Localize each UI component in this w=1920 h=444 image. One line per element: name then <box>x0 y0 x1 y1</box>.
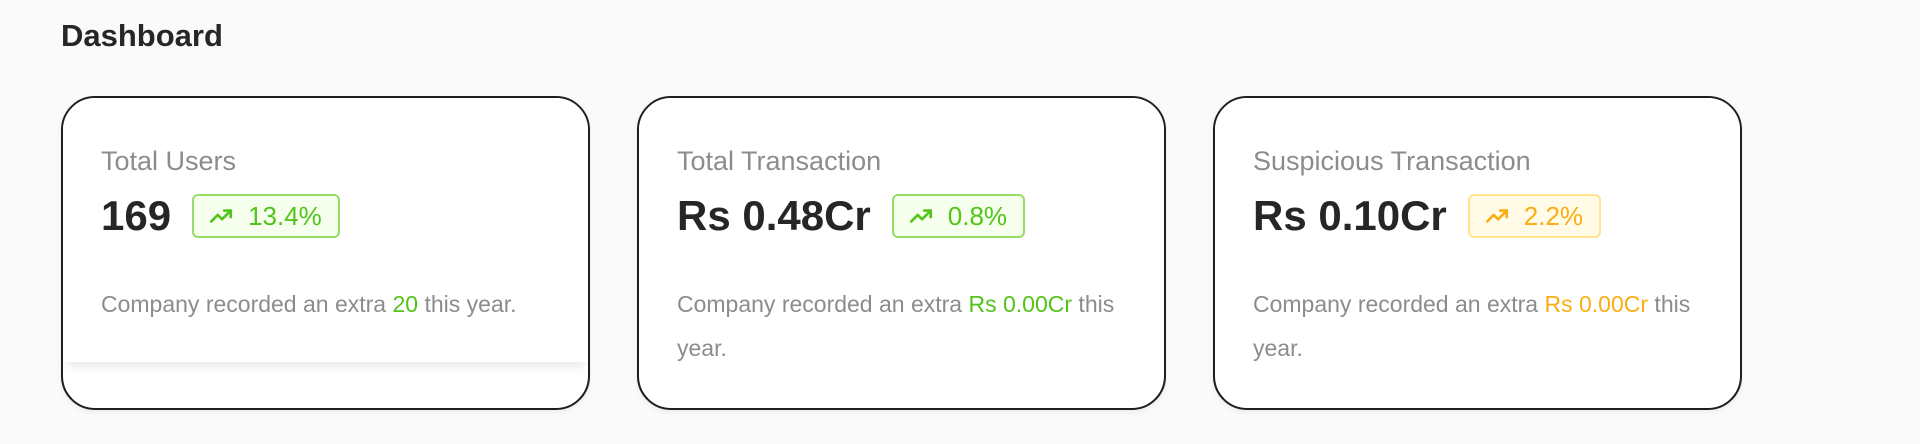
stat-card-description: Company recorded an extra Rs 0.00Cr this… <box>677 282 1137 370</box>
stat-card-label: Suspicious Transaction <box>1253 146 1531 176</box>
page-title: Dashboard <box>61 18 223 53</box>
stat-value-row: 169 13.4% <box>101 193 340 239</box>
stat-card-body: Suspicious Transaction Rs 0.10Cr 2.2% Co… <box>1215 98 1740 362</box>
stat-card-value: Rs 0.10Cr <box>1253 192 1447 239</box>
stat-value-row: Rs 0.10Cr 2.2% <box>1253 192 1602 239</box>
trend-badge: 0.8% <box>891 194 1026 238</box>
description-text: Company recorded an extra <box>1253 291 1545 317</box>
stat-card-value: Rs 0.48Cr <box>677 192 871 239</box>
trending-up-icon <box>1484 203 1510 229</box>
stat-value-row: Rs 0.48Cr 0.8% <box>677 192 1026 239</box>
trend-badge-value: 0.8% <box>947 200 1008 231</box>
stat-card-total-transaction[interactable]: Total Transaction Rs 0.48Cr 0.8% Company… <box>637 96 1166 410</box>
stat-card-value: 169 <box>101 192 172 239</box>
description-text: Company recorded an extra <box>101 291 393 317</box>
trend-badge-value: 2.2% <box>1523 200 1584 231</box>
stat-card-description: Company recorded an extra 20 this year. <box>101 282 561 326</box>
stat-card-label: Total Transaction <box>677 146 882 176</box>
description-highlight: 20 <box>392 291 419 317</box>
trend-badge-value: 13.4% <box>248 200 322 231</box>
stat-card-suspicious-transaction[interactable]: Suspicious Transaction Rs 0.10Cr 2.2% Co… <box>1213 96 1742 410</box>
trending-up-icon <box>208 203 234 229</box>
stat-card-body: Total Transaction Rs 0.48Cr 0.8% Company… <box>639 98 1164 362</box>
stat-card-label: Total Users <box>101 146 237 176</box>
description-highlight: Rs 0.00Cr <box>1544 291 1649 317</box>
trending-up-icon <box>908 203 934 229</box>
stat-card-description: Company recorded an extra Rs 0.00Cr this… <box>1253 282 1713 370</box>
description-text: Company recorded an extra <box>677 291 969 317</box>
description-highlight: Rs 0.00Cr <box>968 291 1073 317</box>
trend-badge: 2.2% <box>1467 194 1602 238</box>
stat-card-total-users[interactable]: Total Users 169 13.4% Company recorded a… <box>61 96 590 410</box>
stat-card-body: Total Users 169 13.4% Company recorded a… <box>63 98 588 362</box>
description-text: this year. <box>418 291 517 317</box>
trend-badge: 13.4% <box>192 194 340 238</box>
